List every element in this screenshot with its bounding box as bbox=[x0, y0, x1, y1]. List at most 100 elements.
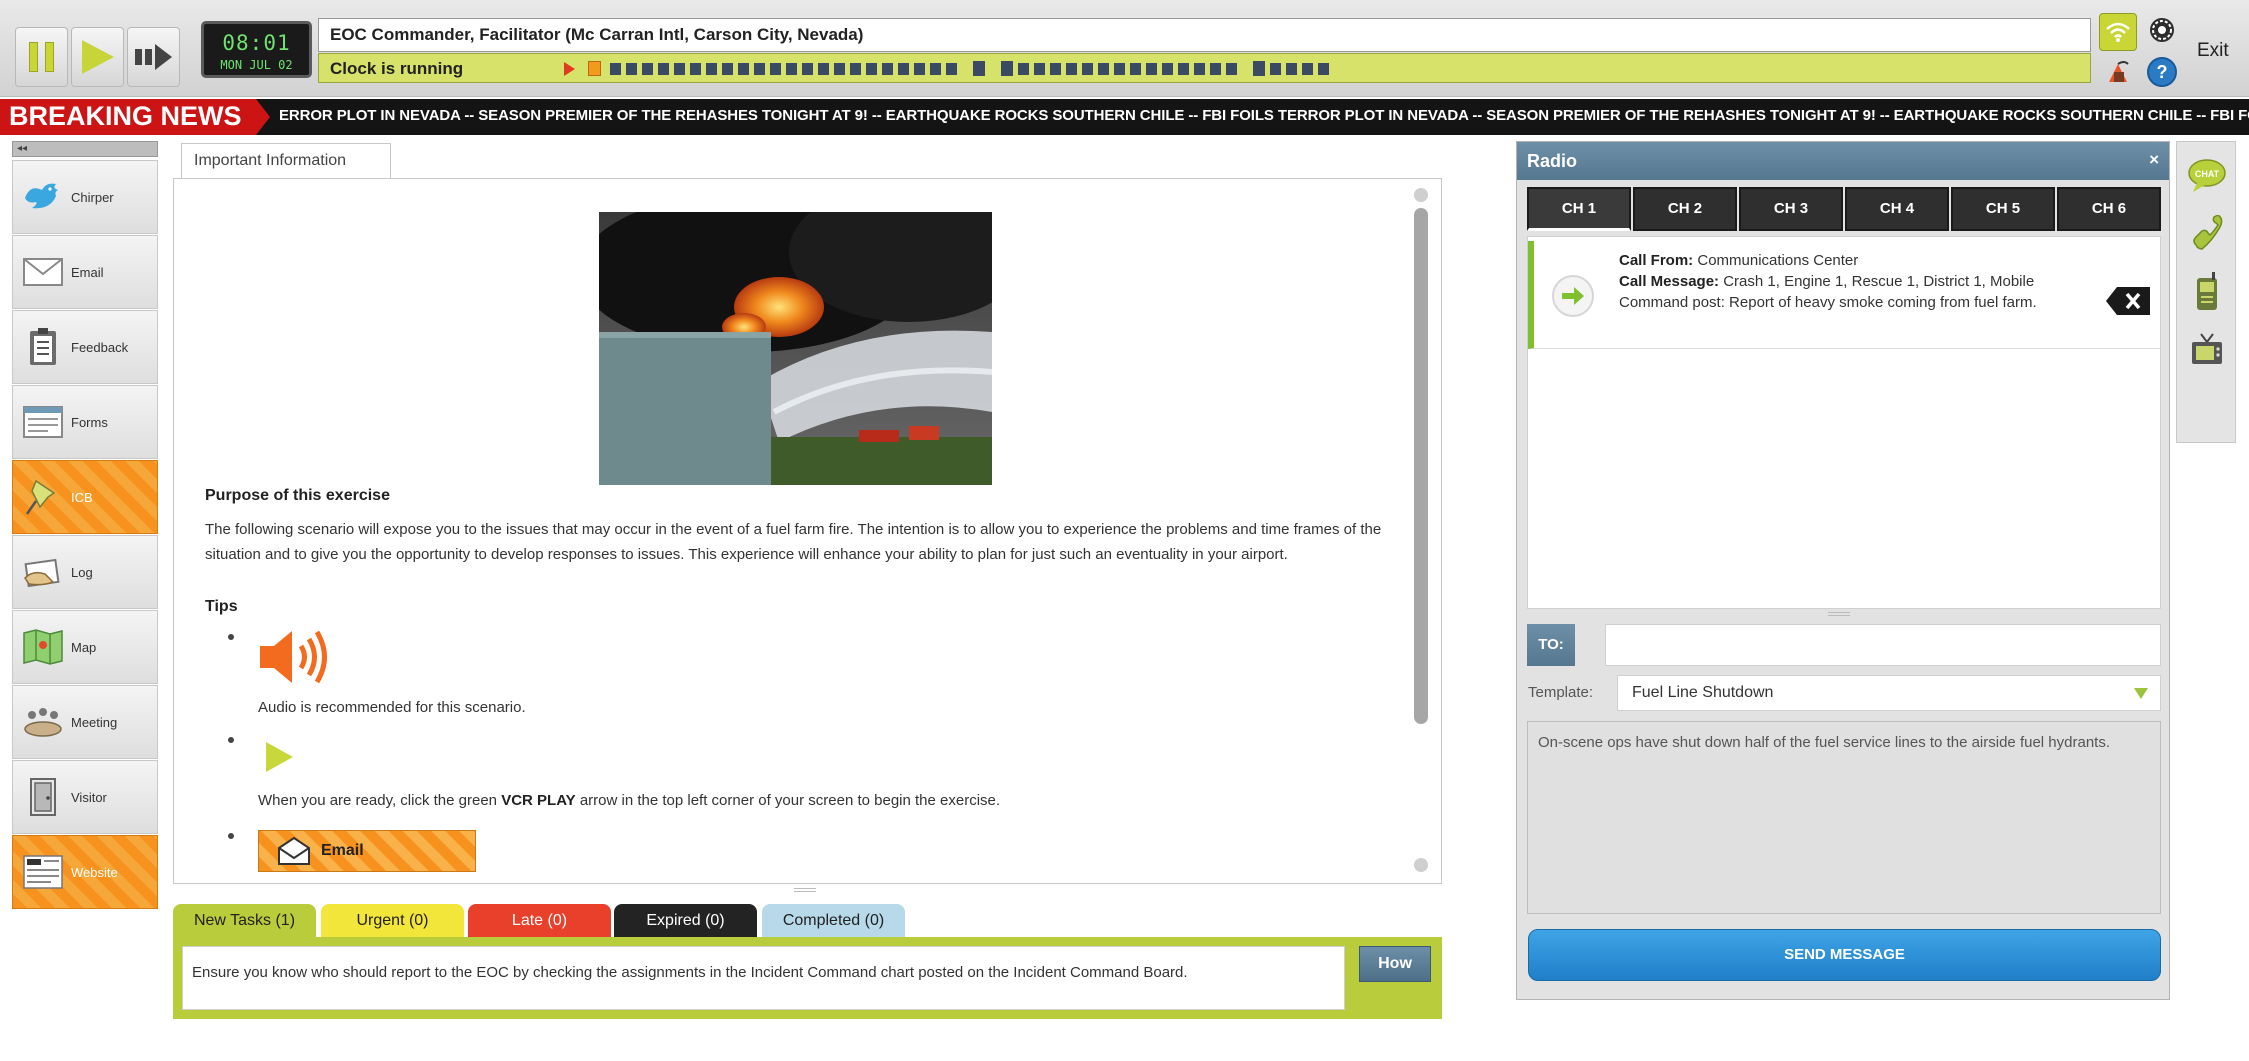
to-label: TO: bbox=[1527, 624, 1575, 666]
map-icon bbox=[21, 625, 65, 669]
sidebar-item-email[interactable]: Email bbox=[12, 235, 158, 309]
sidebar-item-label: ICB bbox=[71, 489, 93, 505]
timeline-segment bbox=[1050, 62, 1061, 75]
sidebar-item-visitor[interactable]: Visitor bbox=[12, 760, 158, 834]
tab-late[interactable]: Late (0) bbox=[468, 904, 611, 937]
purpose-heading: Purpose of this exercise bbox=[205, 487, 390, 504]
tab-ch3[interactable]: CH 3 bbox=[1739, 187, 1843, 231]
timeline-segment bbox=[642, 62, 653, 75]
log-hand-icon bbox=[21, 550, 65, 594]
tab-new-tasks[interactable]: New Tasks (1) bbox=[173, 904, 316, 937]
sidebar-item-chirper[interactable]: Chirper bbox=[12, 160, 158, 234]
timeline-segment bbox=[738, 62, 749, 75]
tab-ch6[interactable]: CH 6 bbox=[2057, 187, 2161, 231]
play-tip-text-end: arrow in the top left corner of your scr… bbox=[575, 792, 1001, 809]
timeline-event-marker bbox=[973, 61, 985, 76]
timeline-segment bbox=[1098, 62, 1109, 75]
current-task-text: Ensure you know who should report to the… bbox=[182, 946, 1345, 1010]
to-recipient-input[interactable] bbox=[1605, 624, 2161, 666]
close-icon[interactable]: × bbox=[2149, 150, 2159, 170]
timeline-segment bbox=[930, 62, 941, 75]
bullet bbox=[228, 737, 234, 743]
tab-expired[interactable]: Expired (0) bbox=[614, 904, 757, 937]
svg-text:CHAT: CHAT bbox=[2195, 169, 2220, 179]
timeline-segment bbox=[658, 62, 669, 75]
delete-message-icon[interactable] bbox=[2105, 286, 2151, 321]
call-from-value: Communications Center bbox=[1693, 252, 1859, 269]
bullet bbox=[228, 634, 234, 640]
sidebar-item-feedback[interactable]: Feedback bbox=[12, 310, 158, 384]
resize-grip[interactable] bbox=[1828, 612, 1850, 616]
bird-icon bbox=[21, 175, 65, 219]
wifi-icon bbox=[2106, 22, 2130, 42]
vcr-play-button[interactable] bbox=[71, 27, 124, 87]
news-ticker: ERROR PLOT IN NEVADA -- SEASON PREMIER O… bbox=[279, 107, 2249, 124]
send-message-button[interactable]: SEND MESSAGE bbox=[1528, 929, 2161, 981]
exit-button[interactable]: Exit bbox=[2197, 40, 2229, 62]
sidebar-item-website[interactable]: Website bbox=[12, 835, 158, 909]
tips-heading: Tips bbox=[205, 598, 238, 615]
clock-date: MON JUL 02 bbox=[220, 58, 293, 72]
envelope-icon bbox=[21, 250, 65, 294]
timeline-segment bbox=[1194, 62, 1205, 75]
radio-handset-icon[interactable] bbox=[2187, 270, 2227, 314]
message-body-textarea[interactable]: On-scene ops have shut down half of the … bbox=[1527, 721, 2161, 914]
top-toolbar: 08:01 MON JUL 02 EOC Commander, Facilita… bbox=[0, 0, 2249, 97]
timeline-segment bbox=[914, 62, 925, 75]
play-tip-text-start: When you are ready, click the green bbox=[258, 792, 502, 809]
sidebar-item-forms[interactable]: Forms bbox=[12, 385, 158, 459]
task-panel: Ensure you know who should report to the… bbox=[173, 937, 1442, 1019]
timeline-segment bbox=[770, 62, 781, 75]
radio-message-text: Call From: Communications Center Call Me… bbox=[1619, 250, 2059, 313]
breaking-news-label: BREAKING NEWS bbox=[0, 99, 270, 135]
tv-icon[interactable] bbox=[2187, 328, 2227, 372]
radio-message-item[interactable]: Call From: Communications Center Call Me… bbox=[1528, 241, 2160, 349]
clock-status: Clock is running bbox=[330, 59, 464, 78]
call-from-label: Call From: bbox=[1619, 252, 1694, 269]
radio-header: Radio × bbox=[1517, 142, 2169, 180]
sidebar-item-icb[interactable]: ICB bbox=[12, 460, 158, 534]
tab-ch4[interactable]: CH 4 bbox=[1845, 187, 1949, 231]
how-button[interactable]: How bbox=[1359, 946, 1431, 982]
envelope-icon bbox=[278, 836, 310, 865]
phone-icon[interactable] bbox=[2187, 212, 2227, 256]
tab-ch5[interactable]: CH 5 bbox=[1951, 187, 2055, 231]
tab-completed[interactable]: Completed (0) bbox=[762, 904, 905, 937]
speaker-icon bbox=[258, 628, 330, 691]
tab-ch1[interactable]: CH 1 bbox=[1527, 187, 1631, 231]
sidebar-item-log[interactable]: Log bbox=[12, 535, 158, 609]
wifi-button[interactable] bbox=[2099, 13, 2137, 51]
tab-urgent[interactable]: Urgent (0) bbox=[321, 904, 464, 937]
timeline-segment bbox=[722, 62, 733, 75]
sidebar-item-label: Feedback bbox=[71, 339, 129, 355]
news-website-icon bbox=[21, 850, 65, 894]
incident-button[interactable] bbox=[2099, 53, 2137, 91]
chat-icon[interactable]: CHAT bbox=[2187, 154, 2227, 198]
template-selected-value: Fuel Line Shutdown bbox=[1632, 684, 1774, 701]
settings-button[interactable] bbox=[2143, 11, 2181, 49]
pause-button[interactable] bbox=[15, 27, 68, 87]
timeline-segment bbox=[882, 62, 893, 75]
collapse-sidebar-button[interactable]: ◂◂ bbox=[12, 141, 158, 157]
timeline-segment bbox=[674, 62, 685, 75]
content-scrollbar[interactable] bbox=[1410, 188, 1432, 874]
tab-important-information[interactable]: Important Information bbox=[181, 143, 391, 179]
clipboard-icon bbox=[21, 325, 65, 369]
step-forward-button[interactable] bbox=[127, 27, 180, 87]
sidebar-item-meeting[interactable]: Meeting bbox=[12, 685, 158, 759]
form-icon bbox=[21, 400, 65, 444]
tab-ch2[interactable]: CH 2 bbox=[1633, 187, 1737, 231]
scroll-down-arrow[interactable] bbox=[1414, 858, 1428, 872]
timeline-segment bbox=[946, 62, 957, 75]
exercise-timeline[interactable] bbox=[564, 61, 1329, 76]
bullet bbox=[228, 833, 234, 839]
sidebar-item-label: Email bbox=[71, 264, 104, 280]
scroll-thumb[interactable] bbox=[1414, 208, 1428, 724]
template-select[interactable]: Fuel Line Shutdown bbox=[1617, 675, 2161, 711]
help-button[interactable]: ? bbox=[2143, 53, 2181, 91]
resize-grip[interactable] bbox=[794, 888, 816, 892]
sidebar-item-map[interactable]: Map bbox=[12, 610, 158, 684]
svg-text:?: ? bbox=[2157, 62, 2168, 82]
scroll-up-arrow[interactable] bbox=[1414, 188, 1428, 202]
timeline-segment bbox=[690, 62, 701, 75]
